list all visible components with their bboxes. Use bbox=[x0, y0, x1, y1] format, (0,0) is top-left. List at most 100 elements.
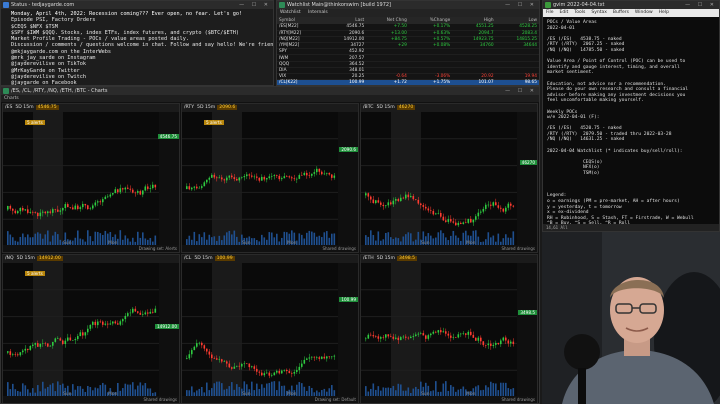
charts-window[interactable]: /ES, /CL, /RTY, /NQ, /ETH, /BTC - Charts… bbox=[0, 86, 540, 404]
chart-pane[interactable]: /CL 5D 15m 100.99 Sun Mon 100.99 Drawing set: … bbox=[181, 254, 359, 403]
chart-symbol[interactable]: /ETH bbox=[363, 256, 374, 261]
column-header[interactable]: Net Chng bbox=[366, 17, 409, 24]
candlestick-chart[interactable]: Sun Mon bbox=[361, 263, 538, 397]
chart-header[interactable]: /RTY 5D 15m 2090.6 bbox=[182, 104, 358, 112]
notepad-text[interactable]: Monday, April 4th, 2022: Recession comin… bbox=[1, 9, 273, 85]
chart-pane[interactable]: /ES 5D 15m 4546.75 Sun Mon 4546.75 5 alerts Dra… bbox=[2, 103, 180, 253]
chart-timeframe[interactable]: 5D 15m bbox=[17, 256, 35, 261]
volume-bar bbox=[440, 230, 442, 246]
candle-body bbox=[447, 219, 450, 222]
candle-body bbox=[512, 341, 515, 344]
window-controls-icon[interactable]: — ☐ ✕ bbox=[685, 1, 717, 9]
candlestick-chart[interactable]: Sun Mon bbox=[182, 263, 359, 397]
candle-body bbox=[22, 350, 24, 353]
candle-body bbox=[37, 212, 39, 217]
column-header[interactable]: Last bbox=[322, 17, 367, 24]
candle-body bbox=[390, 336, 392, 337]
menu-item[interactable]: Buffers bbox=[613, 10, 629, 15]
chart-symbol[interactable]: /ES bbox=[5, 105, 12, 110]
candle-body bbox=[44, 343, 47, 344]
column-header[interactable]: Symbol bbox=[277, 17, 323, 24]
charts-titlebar[interactable]: /ES, /CL, /RTY, /NQ, /ETH, /BTC - Charts… bbox=[1, 87, 539, 95]
column-header[interactable]: %Change bbox=[408, 17, 453, 24]
candle-body bbox=[308, 175, 311, 176]
candle-body bbox=[435, 331, 437, 333]
menu-item[interactable]: File bbox=[546, 10, 554, 15]
chart-header[interactable]: /CL 5D 15m 100.99 bbox=[182, 255, 358, 263]
drawing-set-label[interactable]: Drawing set: Alerts bbox=[139, 245, 177, 252]
candlestick-chart[interactable]: Sun Mon bbox=[3, 263, 180, 397]
candle-body bbox=[144, 312, 147, 315]
candle-body bbox=[256, 176, 258, 178]
charts-tab[interactable]: Charts bbox=[1, 95, 539, 102]
candle-body bbox=[470, 218, 472, 223]
drawing-set-label[interactable]: Shared drawings bbox=[143, 396, 177, 403]
window-controls-icon[interactable]: — ☐ ✕ bbox=[505, 1, 537, 9]
chart-pane[interactable]: /BTC 5D 15m 46270 Sun Mon 46270 Shared drawing… bbox=[360, 103, 538, 253]
watchlist-window[interactable]: Watchlist Main@thinkorswim [build 1972] … bbox=[276, 0, 540, 86]
chart-timeframe[interactable]: 5D 15m bbox=[194, 256, 212, 261]
candlestick-chart[interactable]: Sun Mon bbox=[182, 112, 359, 246]
candle-body bbox=[510, 203, 512, 206]
drawing-set-label[interactable]: Shared drawings bbox=[501, 396, 535, 403]
alerts-badge[interactable]: 5 alerts bbox=[25, 120, 45, 125]
tab-internals[interactable]: Internals bbox=[308, 10, 328, 15]
notes-titlebar[interactable]: gvim 2022-04-04.txt — ☐ ✕ bbox=[543, 1, 719, 9]
alerts-badge[interactable]: 5 alerts bbox=[25, 271, 45, 276]
chart-pane[interactable]: /ETH 5D 15m 3498.5 Sun Mon 3498.5 Shared drawi… bbox=[360, 254, 538, 403]
column-header[interactable]: Low bbox=[495, 17, 539, 24]
candle-body bbox=[370, 196, 372, 200]
chart-symbol[interactable]: /CL bbox=[184, 256, 191, 261]
watchlist-titlebar[interactable]: Watchlist Main@thinkorswim [build 1972] … bbox=[277, 1, 539, 9]
notes-window[interactable]: gvim 2022-04-04.txt — ☐ ✕ File Edit Tools S… bbox=[542, 0, 720, 232]
window-controls-icon[interactable]: — ☐ ✕ bbox=[239, 1, 271, 9]
column-header[interactable]: High bbox=[452, 17, 496, 24]
chart-header[interactable]: /ETH 5D 15m 3498.5 bbox=[361, 255, 537, 263]
candle-body bbox=[298, 366, 301, 371]
candle-body bbox=[198, 342, 201, 344]
chart-timeframe[interactable]: 5D 15m bbox=[15, 105, 33, 110]
candle-body bbox=[372, 199, 375, 204]
notepad-window[interactable]: Status - tedjaygarde.com — ☐ ✕ Monday, A… bbox=[0, 0, 274, 86]
chart-symbol[interactable]: /BTC bbox=[363, 105, 373, 110]
volume-bar bbox=[54, 231, 57, 246]
chart-header[interactable]: /ES 5D 15m 4546.75 bbox=[3, 104, 179, 112]
chart-header[interactable]: /NQ 5D 15m 14912.00 bbox=[3, 255, 179, 263]
candle-body bbox=[321, 171, 323, 175]
candle-body bbox=[507, 340, 510, 344]
menu-item[interactable]: Tools bbox=[574, 10, 585, 15]
drawing-set-label[interactable]: Shared drawings bbox=[322, 245, 356, 252]
chart-symbol[interactable]: /NQ bbox=[5, 256, 14, 261]
chart-timeframe[interactable]: 5D 15m bbox=[376, 105, 394, 110]
chart-header[interactable]: /BTC 5D 15m 46270 bbox=[361, 104, 537, 112]
volume-bar bbox=[487, 232, 490, 246]
notes-body[interactable]: POCs / Value Areas 2022-04-01 /ES (/ES) … bbox=[543, 17, 719, 230]
drawing-set-label[interactable]: Shared drawings bbox=[501, 245, 535, 252]
drawing-set-label[interactable]: Drawing set: Default bbox=[315, 396, 356, 403]
candle-body bbox=[450, 335, 452, 338]
alerts-badge[interactable]: 5 alerts bbox=[204, 120, 224, 125]
window-controls-icon[interactable]: — ☐ ✕ bbox=[505, 87, 537, 95]
thinkorswim-icon bbox=[279, 2, 285, 8]
table-cell: 101.07 bbox=[452, 79, 496, 85]
thinkorswim-icon bbox=[3, 88, 9, 94]
menu-item[interactable]: Syntax bbox=[591, 10, 607, 15]
last-price-label: 100.99 bbox=[339, 297, 358, 302]
table-row[interactable]: /CL[K22] 100.99 +1.72 +1.75% 101.07 98.65 bbox=[277, 79, 539, 85]
tab-watchlist[interactable]: Watchlist bbox=[280, 10, 301, 15]
candle-body bbox=[142, 190, 144, 195]
candlestick-chart[interactable]: Sun Mon bbox=[361, 112, 538, 246]
notepad-titlebar[interactable]: Status - tedjaygarde.com — ☐ ✕ bbox=[1, 1, 273, 9]
menu-item[interactable]: Help bbox=[659, 10, 669, 15]
chart-pane[interactable]: /RTY 5D 15m 2090.6 Sun Mon 2090.6 5 alerts Shar… bbox=[181, 103, 359, 253]
menu-item[interactable]: Edit bbox=[560, 10, 569, 15]
chart-timeframe[interactable]: 5D 15m bbox=[377, 256, 395, 261]
chart-pane[interactable]: /NQ 5D 15m 14912.00 Sun Mon 14912.00 5 alerts S… bbox=[2, 254, 180, 403]
candle-body bbox=[132, 308, 134, 313]
chart-symbol[interactable]: /RTY bbox=[184, 105, 194, 110]
candle-body bbox=[233, 177, 236, 180]
chart-timeframe[interactable]: 5D 15m bbox=[197, 105, 215, 110]
menu-item[interactable]: Window bbox=[635, 10, 653, 15]
candle-body bbox=[231, 175, 233, 178]
candlestick-chart[interactable]: Sun Mon bbox=[3, 112, 180, 246]
